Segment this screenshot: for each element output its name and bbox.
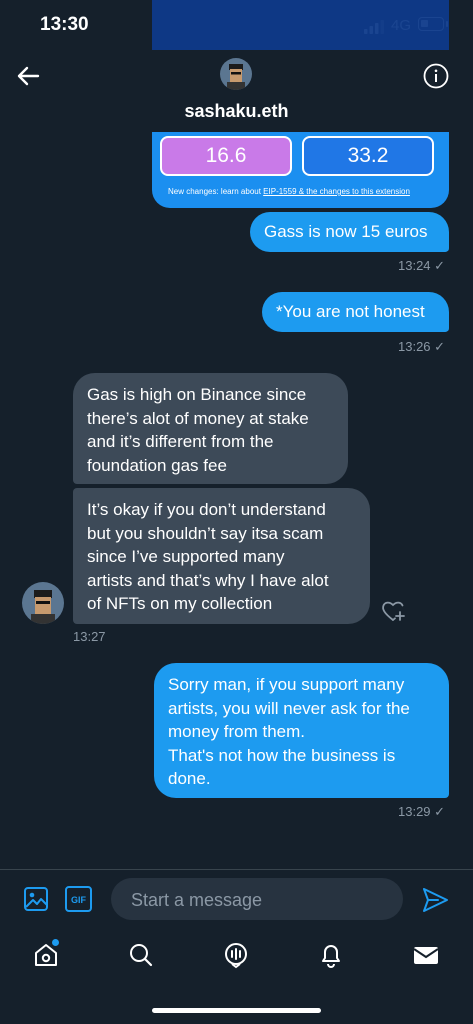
image-icon[interactable] [22,885,50,913]
message-text: artists, you will never ask for the [168,698,410,718]
message-text: Sorry man, if you support many [168,675,405,694]
send-icon[interactable] [420,885,450,915]
message-input[interactable] [129,878,393,922]
message-text: money from them. [168,722,305,741]
shared-image[interactable]: 16.6 33.2 New changes: learn about EIP-1… [152,132,449,208]
message-text: That's not how the business is [168,745,396,765]
gif-icon[interactable]: GIF [65,886,92,912]
message-text: and it’s different from the [87,432,274,451]
message-bubble[interactable]: It’s okay if you don’t understand but yo… [73,488,370,624]
message-text: *You are not honest [276,302,425,321]
message-bubble[interactable]: Gas is high on Binance since there’s alo… [73,373,348,484]
conversation-title[interactable]: sashaku.eth [0,101,473,122]
message-timestamp: 13:27 [73,629,106,644]
message-text: there’s alot of money at stake [87,408,309,428]
sender-avatar[interactable] [22,582,64,624]
message-bubble[interactable]: Gass is now 15 euros [250,212,449,252]
message-timestamp: 13:24 ✓ [398,258,446,273]
message-timestamp: 13:26 ✓ [398,339,446,354]
spaces-icon[interactable] [221,940,251,970]
message-bubble[interactable]: *You are not honest [262,292,449,332]
heart-plus-icon[interactable] [380,598,406,624]
message-text: Gas is high on Binance since [87,385,307,404]
message-text: foundation gas fee [87,455,227,475]
arrow-left-icon[interactable] [14,62,42,90]
shared-image-note: New changes: learn about EIP-1559 & the … [168,187,410,196]
message-timestamp: 13:29 ✓ [398,804,446,819]
composer-divider [0,869,473,870]
gas-value-right: 33.2 [302,136,434,176]
gas-value-left: 16.6 [160,136,292,176]
message-composer[interactable] [111,878,403,922]
message-bubble[interactable]: Sorry man, if you support many artists, … [154,663,449,798]
message-text: It’s okay if you don’t understand [87,500,326,519]
message-text: artists and that’s why I have alot [87,570,329,590]
message-text: but you shouldn’t say itsa scam [87,523,324,543]
mail-icon[interactable] [411,940,441,970]
message-text: since I’ve supported many [87,547,285,566]
home-notification-dot [52,939,59,946]
status-time: 13:30 [40,14,89,35]
message-text: done. [168,769,211,788]
info-icon[interactable] [423,63,449,89]
message-text: of NFTs on my collection [87,594,273,613]
search-icon[interactable] [126,940,156,970]
eip-link: EIP-1559 & the changes to this extension [263,187,410,196]
message-text: Gass is now 15 euros [264,222,428,241]
gif-label: GIF [71,895,87,905]
bell-icon[interactable] [316,940,346,970]
avatar[interactable] [220,58,252,90]
home-indicator [152,1008,321,1013]
